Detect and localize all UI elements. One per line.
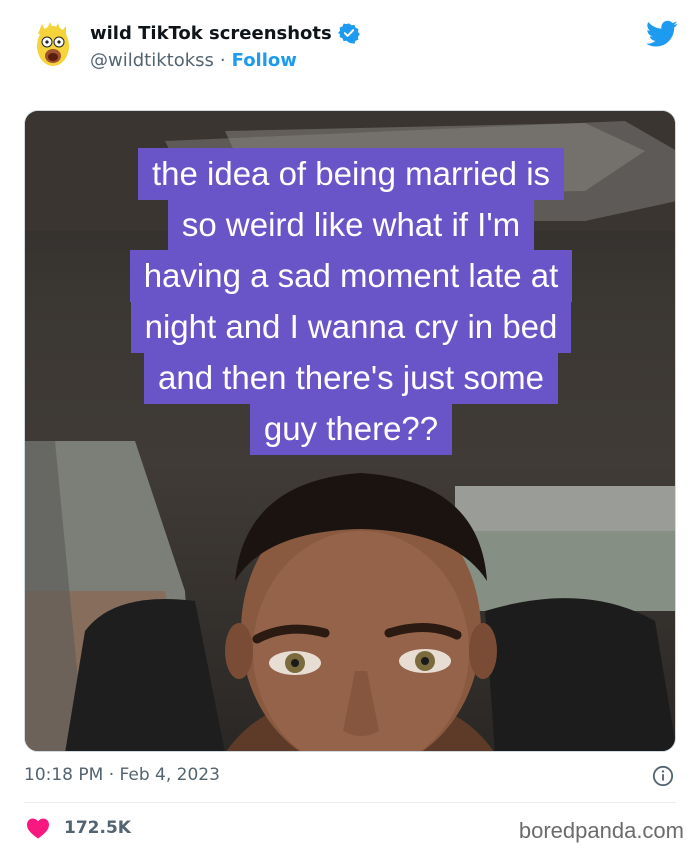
caption-line: so weird like what if I'm [167, 199, 535, 251]
handle-row: @wildtiktokss · Follow [90, 50, 297, 71]
handle[interactable]: @wildtiktokss [90, 50, 214, 71]
tweet-media[interactable]: the idea of being married is so weird li… [24, 110, 676, 752]
info-icon[interactable] [652, 765, 674, 787]
caption-line: night and I wanna cry in bed [130, 301, 572, 353]
divider [24, 802, 676, 803]
caption-line: guy there?? [249, 403, 453, 455]
follow-button[interactable]: Follow [232, 50, 297, 71]
tweet-date: Feb 4, 2023 [119, 765, 220, 785]
avatar[interactable] [28, 20, 78, 74]
caption-line: having a sad moment late at [129, 250, 573, 302]
display-name[interactable]: wild TikTok screenshots [90, 23, 332, 44]
like-count: 172.5K [64, 818, 131, 838]
handle-separator: · [219, 50, 226, 71]
caption-line: and then there's just some [143, 352, 559, 404]
account-name-row[interactable]: wild TikTok screenshots [90, 22, 360, 44]
like-button[interactable]: 172.5K [26, 817, 131, 839]
tweet-timestamp[interactable]: 10:18 PM · Feb 4, 2023 [24, 765, 220, 785]
heart-icon [27, 818, 49, 839]
verified-badge-icon [337, 23, 360, 44]
tweet-time: 10:18 PM [24, 765, 104, 785]
tweet-card: wild TikTok screenshots @wildtiktokss · … [0, 0, 700, 856]
source-watermark: boredpanda.com [518, 818, 684, 843]
media-caption: the idea of being married is so weird li… [25, 148, 675, 455]
twitter-bird-icon[interactable] [646, 20, 678, 48]
caption-line: the idea of being married is [137, 148, 565, 200]
timestamp-separator: · [108, 765, 115, 785]
